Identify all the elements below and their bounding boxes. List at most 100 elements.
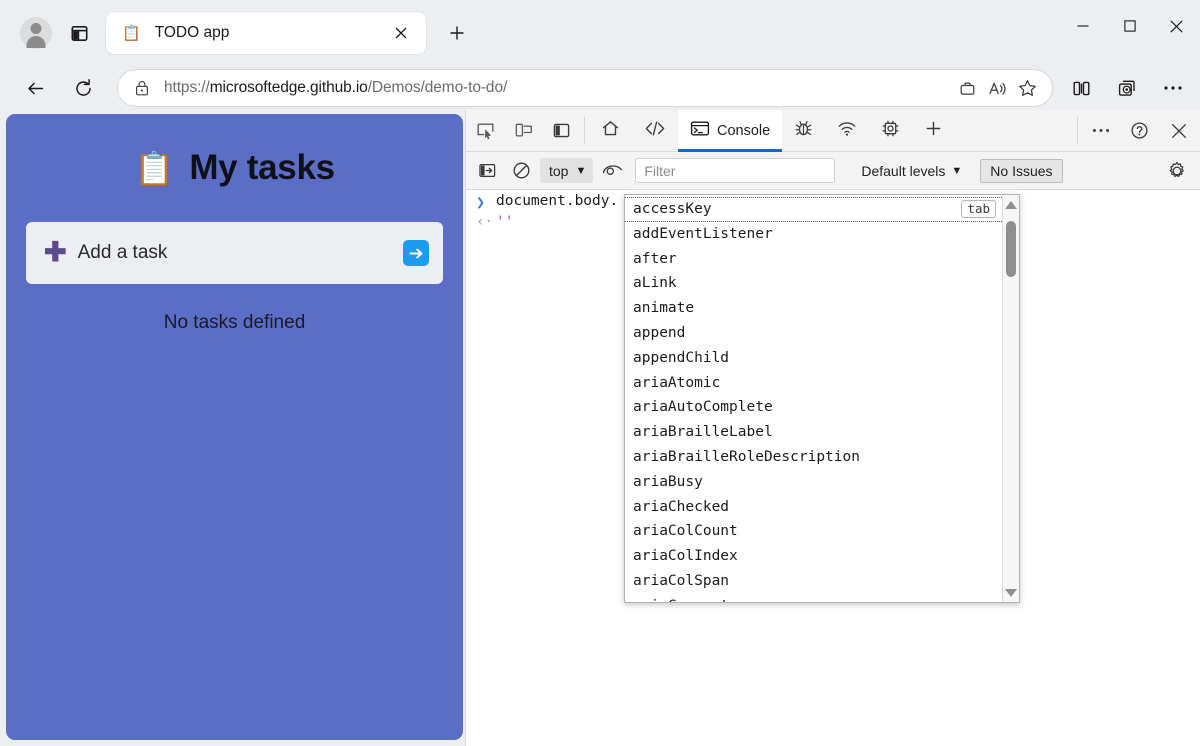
console-output[interactable]: ❯ document.body. ‹· '' accessKey tab addEv… bbox=[466, 190, 1200, 746]
autocomplete-popup[interactable]: accessKey tab addEventListener after aLink an… bbox=[624, 194, 1020, 603]
autocomplete-item[interactable]: appendChild bbox=[625, 346, 1002, 371]
toolbar-divider bbox=[1077, 117, 1078, 144]
devtools-tab-network[interactable] bbox=[825, 110, 869, 151]
page-title: My tasks bbox=[189, 148, 335, 187]
tab-list-icon[interactable] bbox=[62, 16, 96, 50]
autocomplete-item[interactable]: ariaBusy bbox=[625, 470, 1002, 495]
new-tab-button[interactable] bbox=[440, 16, 474, 50]
plus-icon bbox=[924, 119, 943, 142]
minimize-button[interactable] bbox=[1059, 3, 1106, 49]
autocomplete-item-label: accessKey bbox=[633, 201, 712, 217]
autocomplete-item[interactable]: after bbox=[625, 247, 1002, 272]
todo-header: 📋 My tasks bbox=[134, 148, 335, 188]
console-filter-bar: top ▼ Filter Default levels ▼ No Issues bbox=[466, 152, 1200, 190]
read-aloud-icon[interactable] bbox=[982, 73, 1012, 103]
clear-console-icon[interactable] bbox=[506, 157, 536, 185]
autocomplete-item[interactable]: aLink bbox=[625, 271, 1002, 296]
url-scheme: https:// bbox=[164, 79, 210, 96]
autocomplete-item[interactable]: ariaCurrent bbox=[625, 594, 1002, 602]
devtools-more-tools-button[interactable] bbox=[912, 110, 955, 151]
autocomplete-item-label: ariaColCount bbox=[633, 523, 738, 540]
autocomplete-item-label: ariaBrailleRoleDescription bbox=[633, 448, 860, 465]
console-sidebar-icon[interactable] bbox=[472, 157, 502, 185]
add-task-placeholder: Add a task bbox=[77, 242, 168, 263]
browser-tab[interactable]: 📋 TODO app bbox=[106, 12, 426, 54]
code-icon bbox=[644, 119, 666, 142]
scrollbar-thumb[interactable] bbox=[1006, 221, 1016, 277]
content-area: 📋 My tasks ✚ Add a task No tasks defined bbox=[0, 110, 1200, 746]
autocomplete-item[interactable]: ariaColSpan bbox=[625, 569, 1002, 594]
back-button[interactable] bbox=[18, 71, 52, 105]
issues-button[interactable]: No Issues bbox=[980, 158, 1063, 183]
plus-icon: ✚ bbox=[44, 236, 67, 267]
console-filter-input[interactable]: Filter bbox=[635, 158, 836, 183]
devtools-tab-sources[interactable] bbox=[782, 110, 825, 151]
devtools-tab-elements[interactable] bbox=[632, 110, 678, 151]
toolbar-divider bbox=[584, 117, 585, 144]
autocomplete-item[interactable]: ariaColCount bbox=[625, 519, 1002, 544]
settings-more-icon[interactable] bbox=[1156, 71, 1190, 105]
autocomplete-item[interactable]: addEventListener bbox=[625, 222, 1002, 247]
autocomplete-item-label: ariaCurrent bbox=[633, 594, 996, 602]
autocomplete-item-label: ariaBusy bbox=[633, 473, 703, 490]
execution-context-select[interactable]: top ▼ bbox=[540, 158, 594, 183]
autocomplete-item-label: ariaAutoComplete bbox=[633, 399, 773, 416]
gear-icon[interactable] bbox=[1162, 157, 1192, 185]
autocomplete-item[interactable]: ariaBrailleLabel bbox=[625, 420, 1002, 445]
autocomplete-item-label: aLink bbox=[633, 275, 677, 292]
devtools-tab-console[interactable]: Console bbox=[678, 110, 783, 152]
autocomplete-scrollbar[interactable] bbox=[1002, 195, 1019, 602]
scroll-up-arrow[interactable] bbox=[1003, 197, 1019, 212]
devtools-tab-performance[interactable] bbox=[869, 110, 912, 151]
bug-icon bbox=[794, 119, 813, 142]
profile-avatar[interactable] bbox=[20, 17, 52, 49]
autocomplete-item[interactable]: animate bbox=[625, 296, 1002, 321]
home-icon bbox=[601, 119, 620, 142]
chevron-down-icon: ▼ bbox=[951, 164, 963, 177]
eye-icon[interactable] bbox=[597, 157, 627, 185]
briefcase-icon[interactable] bbox=[952, 73, 982, 103]
console-icon bbox=[690, 119, 710, 142]
filter-placeholder: Filter bbox=[644, 162, 676, 179]
autocomplete-item[interactable]: ariaAutoComplete bbox=[625, 395, 1002, 420]
autocomplete-item[interactable]: ariaColIndex bbox=[625, 544, 1002, 569]
autocomplete-item[interactable]: ariaChecked bbox=[625, 495, 1002, 520]
add-task-submit-button[interactable] bbox=[403, 240, 429, 266]
autocomplete-item-label: ariaChecked bbox=[633, 498, 730, 515]
autocomplete-tab-badge: tab bbox=[961, 200, 996, 219]
close-tab-icon[interactable] bbox=[388, 20, 414, 46]
close-window-button[interactable] bbox=[1153, 3, 1200, 49]
collections-icon[interactable] bbox=[1110, 71, 1144, 105]
add-task-input[interactable]: ✚ Add a task bbox=[26, 222, 443, 284]
autocomplete-item[interactable]: accessKey tab bbox=[625, 197, 1002, 222]
tab-title: TODO app bbox=[154, 24, 230, 41]
chip-icon bbox=[881, 119, 900, 142]
autocomplete-item[interactable]: ariaBrailleRoleDescription bbox=[625, 445, 1002, 470]
log-levels-dropdown[interactable]: Default levels ▼ bbox=[861, 163, 962, 179]
autocomplete-list[interactable]: accessKey tab addEventListener after aLink an… bbox=[625, 195, 1002, 602]
autocomplete-item[interactable]: ariaAtomic bbox=[625, 371, 1002, 396]
autocomplete-item[interactable]: append bbox=[625, 321, 1002, 346]
autocomplete-item-label: appendChild bbox=[633, 349, 730, 366]
split-screen-icon[interactable] bbox=[1064, 71, 1098, 105]
favorite-star-icon[interactable] bbox=[1012, 73, 1042, 103]
device-emulation-icon[interactable] bbox=[504, 110, 542, 151]
reload-button[interactable] bbox=[66, 71, 100, 105]
maximize-button[interactable] bbox=[1106, 3, 1153, 49]
more-options-icon[interactable] bbox=[1082, 110, 1120, 151]
devtools-panel: Console top ▼ Filter Default levels ▼ No… bbox=[466, 110, 1200, 746]
inspect-element-icon[interactable] bbox=[466, 110, 504, 151]
autocomplete-item-label: ariaColIndex bbox=[633, 548, 738, 565]
help-icon[interactable] bbox=[1120, 110, 1158, 151]
devtools-tabbar-right bbox=[1073, 110, 1200, 151]
chevron-down-icon: ▼ bbox=[575, 164, 587, 177]
tab-favicon-icon: 📋 bbox=[122, 24, 141, 42]
dock-side-icon[interactable] bbox=[542, 110, 580, 151]
close-devtools-icon[interactable] bbox=[1158, 110, 1200, 151]
web-page-viewport: 📋 My tasks ✚ Add a task No tasks defined bbox=[0, 110, 466, 746]
scroll-down-arrow[interactable] bbox=[1003, 585, 1019, 600]
execution-context-label: top bbox=[549, 162, 569, 179]
address-bar[interactable]: https://microsoftedge.github.io/Demos/de… bbox=[118, 70, 1052, 106]
devtools-tab-welcome[interactable] bbox=[589, 110, 632, 151]
url-host: microsoftedge.github.io bbox=[209, 79, 368, 96]
